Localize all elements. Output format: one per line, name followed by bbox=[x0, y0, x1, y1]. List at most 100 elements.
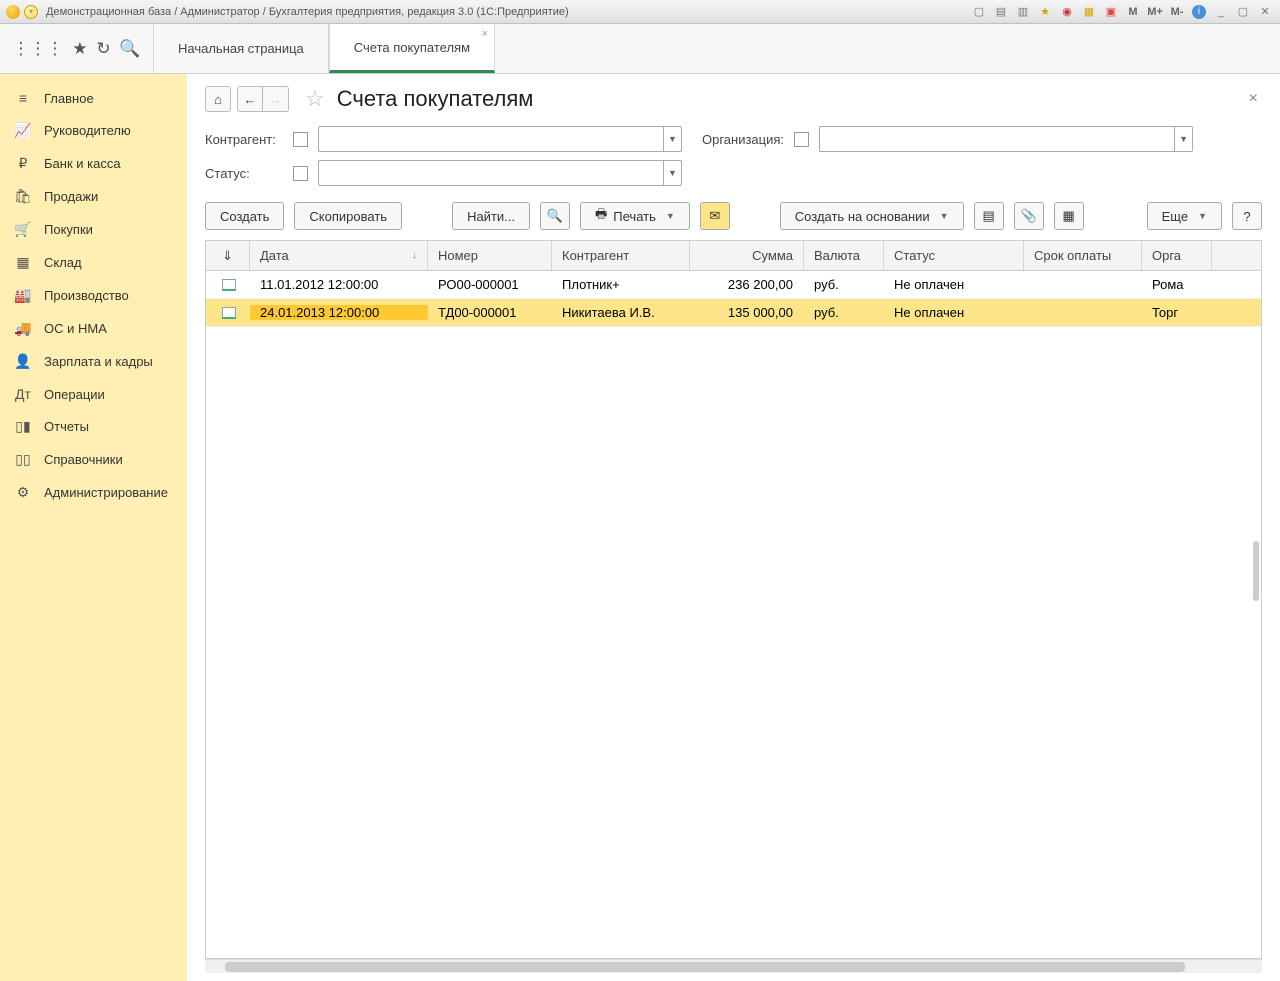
filter-status-select[interactable]: ▼ bbox=[318, 160, 682, 186]
sidebar: ≡Главное📈Руководителю₽Банк и касса🛍Прода… bbox=[0, 74, 187, 981]
dropdown-icon[interactable]: ▼ bbox=[1174, 127, 1192, 151]
toolbar-icon-3[interactable]: ▥ bbox=[1014, 4, 1032, 20]
col-counterparty[interactable]: Контрагент bbox=[552, 241, 690, 270]
filter-organization-checkbox[interactable] bbox=[794, 132, 809, 147]
help-button[interactable]: ? bbox=[1232, 202, 1262, 230]
calculator-icon[interactable]: ▦ bbox=[1080, 4, 1098, 20]
sidebar-item-label: Справочники bbox=[44, 452, 123, 467]
filter-counterparty-input[interactable] bbox=[319, 132, 663, 147]
sidebar-item-5[interactable]: ▦Склад bbox=[0, 246, 187, 279]
sidebar-item-label: Руководителю bbox=[44, 123, 131, 138]
favorite-icon[interactable]: ★ bbox=[1036, 4, 1054, 20]
nav-back-button[interactable]: ← bbox=[237, 86, 263, 112]
copy-button[interactable]: Скопировать bbox=[294, 202, 402, 230]
apps-grid-icon[interactable]: ⋮⋮⋮ bbox=[12, 39, 63, 59]
sidebar-item-2[interactable]: ₽Банк и касса bbox=[0, 147, 187, 180]
table-row[interactable]: 11.01.2012 12:00:00РО00-000001Плотник+23… bbox=[206, 271, 1261, 299]
filter-counterparty-checkbox[interactable] bbox=[293, 132, 308, 147]
cell-counterparty: Никитаева И.В. bbox=[552, 305, 690, 320]
email-button[interactable]: ✉ bbox=[700, 202, 730, 230]
app-dropdown-icon[interactable]: ▾ bbox=[24, 5, 38, 19]
filter-status-label: Статус: bbox=[205, 166, 283, 181]
document-icon bbox=[222, 279, 236, 291]
sidebar-icon: ≡ bbox=[14, 90, 32, 106]
sidebar-item-1[interactable]: 📈Руководителю bbox=[0, 114, 187, 147]
cell-status: Не оплачен bbox=[884, 305, 1024, 320]
col-status[interactable]: Статус bbox=[884, 241, 1024, 270]
col-number[interactable]: Номер bbox=[428, 241, 552, 270]
toolbar-icon-2[interactable]: ▤ bbox=[992, 4, 1010, 20]
calendar-icon[interactable]: ▣ bbox=[1102, 4, 1120, 20]
col-due[interactable]: Срок оплаты bbox=[1024, 241, 1142, 270]
star-icon[interactable]: ★ bbox=[72, 39, 87, 59]
cell-currency: руб. bbox=[804, 277, 884, 292]
sidebar-item-6[interactable]: 🏭Производство bbox=[0, 279, 187, 312]
history-icon[interactable]: ↻ bbox=[96, 39, 110, 59]
scrollbar-horizontal[interactable] bbox=[205, 959, 1262, 973]
sidebar-item-8[interactable]: 👤Зарплата и кадры bbox=[0, 345, 187, 378]
page-title: Счета покупателям bbox=[337, 86, 534, 112]
sidebar-item-4[interactable]: 🛒Покупки bbox=[0, 213, 187, 246]
more-button[interactable]: Еще▼ bbox=[1147, 202, 1222, 230]
filter-organization-input[interactable] bbox=[820, 132, 1174, 147]
filter-organization-select[interactable]: ▼ bbox=[819, 126, 1193, 152]
tab-invoices[interactable]: Счета покупателям × bbox=[329, 24, 495, 73]
dropdown-icon[interactable]: ▼ bbox=[663, 127, 681, 151]
cell-sum: 135 000,00 bbox=[690, 305, 804, 320]
page-close-button[interactable]: × bbox=[1249, 90, 1262, 108]
scrollbar-vertical[interactable] bbox=[1253, 541, 1259, 601]
close-window-button[interactable]: ✕ bbox=[1256, 4, 1274, 20]
col-clip[interactable]: ⇓ bbox=[206, 241, 250, 270]
cell-date: 24.01.2013 12:00:00 bbox=[250, 305, 428, 320]
col-sum[interactable]: Сумма bbox=[690, 241, 804, 270]
sidebar-icon: ▯▮ bbox=[14, 418, 32, 435]
sidebar-item-12[interactable]: ⚙Администрирование bbox=[0, 476, 187, 509]
col-currency[interactable]: Валюта bbox=[804, 241, 884, 270]
tab-home-label: Начальная страница bbox=[178, 41, 304, 56]
toolbar-icon-5[interactable]: ◉ bbox=[1058, 4, 1076, 20]
create-button[interactable]: Создать bbox=[205, 202, 284, 230]
nav-forward-button[interactable]: → bbox=[263, 86, 289, 112]
attach-button[interactable]: 📎 bbox=[1014, 202, 1044, 230]
data-table: ⇓ Дата↓ Номер Контрагент Сумма Валюта Ст… bbox=[205, 240, 1262, 959]
sidebar-item-label: Производство bbox=[44, 288, 129, 303]
table-row[interactable]: 24.01.2013 12:00:00ТД00-000001Никитаева … bbox=[206, 299, 1261, 327]
favorite-page-icon[interactable]: ☆ bbox=[305, 86, 325, 112]
filter-status-input[interactable] bbox=[319, 166, 663, 181]
search-icon[interactable]: 🔍 bbox=[119, 39, 140, 59]
list-button[interactable]: ▦ bbox=[1054, 202, 1084, 230]
minimize-button[interactable]: _ bbox=[1212, 4, 1230, 20]
sidebar-item-10[interactable]: ▯▮Отчеты bbox=[0, 410, 187, 443]
clear-filter-button[interactable]: 🔍 bbox=[540, 202, 570, 230]
mem-mminus-button[interactable]: M- bbox=[1168, 4, 1186, 20]
nav-home-button[interactable]: ⌂ bbox=[205, 86, 231, 112]
sidebar-item-11[interactable]: ▯▯Справочники bbox=[0, 443, 187, 476]
report-button[interactable]: ▤ bbox=[974, 202, 1004, 230]
filter-counterparty-select[interactable]: ▼ bbox=[318, 126, 682, 152]
info-icon[interactable]: i bbox=[1190, 4, 1208, 20]
print-button[interactable]: 🖶 Печать▼ bbox=[580, 202, 690, 230]
col-date[interactable]: Дата↓ bbox=[250, 241, 428, 270]
top-tabs-bar: ⋮⋮⋮ ★ ↻ 🔍 Начальная страница Счета покуп… bbox=[0, 24, 1280, 74]
mem-mplus-button[interactable]: M+ bbox=[1146, 4, 1164, 20]
sidebar-item-3[interactable]: 🛍Продажи bbox=[0, 180, 187, 213]
sidebar-item-9[interactable]: ДтОперации bbox=[0, 378, 187, 410]
sidebar-item-label: Склад bbox=[44, 255, 82, 270]
sidebar-item-7[interactable]: 🚚ОС и НМА bbox=[0, 312, 187, 345]
maximize-button[interactable]: ▢ bbox=[1234, 4, 1252, 20]
create-based-button[interactable]: Создать на основании▼ bbox=[780, 202, 964, 230]
window-title: Демонстрационная база / Администратор / … bbox=[46, 6, 970, 18]
sidebar-item-0[interactable]: ≡Главное bbox=[0, 82, 187, 114]
cell-number: ТД00-000001 bbox=[428, 305, 552, 320]
content-area: ⌂ ← → ☆ Счета покупателям × Контрагент: … bbox=[187, 74, 1280, 981]
app-logo-icon bbox=[6, 5, 20, 19]
tab-close-icon[interactable]: × bbox=[482, 28, 488, 40]
sidebar-icon: 👤 bbox=[14, 353, 32, 370]
find-button[interactable]: Найти... bbox=[452, 202, 530, 230]
filter-status-checkbox[interactable] bbox=[293, 166, 308, 181]
toolbar-icon-1[interactable]: ▢ bbox=[970, 4, 988, 20]
col-org[interactable]: Орга bbox=[1142, 241, 1212, 270]
mem-m-button[interactable]: M bbox=[1124, 4, 1142, 20]
dropdown-icon[interactable]: ▼ bbox=[663, 161, 681, 185]
tab-home[interactable]: Начальная страница bbox=[153, 24, 329, 73]
